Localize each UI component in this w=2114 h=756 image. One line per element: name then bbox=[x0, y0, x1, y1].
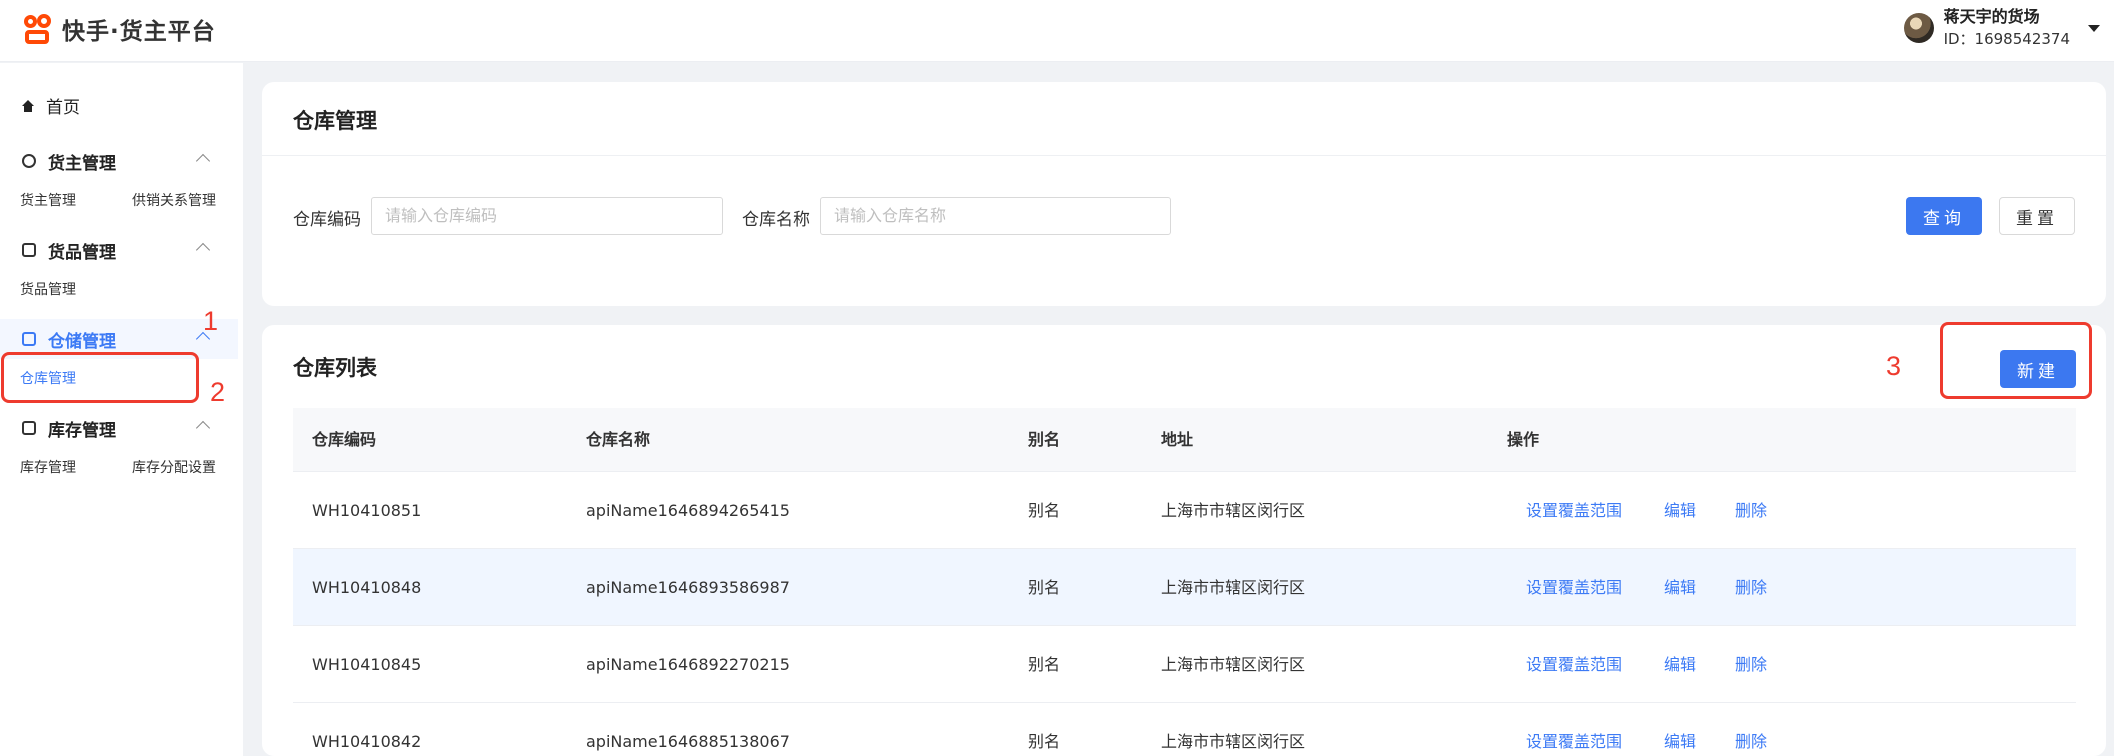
sidebar-item-label: 首页 bbox=[46, 98, 80, 118]
warehouse-icon bbox=[22, 332, 36, 346]
column-header-alias: 别名 bbox=[1028, 430, 1061, 449]
delete-link[interactable]: 删除 bbox=[1735, 472, 1767, 549]
caret-down-icon[interactable] bbox=[2088, 24, 2100, 32]
cell-address: 上海市市辖区闵行区 bbox=[1161, 578, 1306, 597]
cell-code: WH10410848 bbox=[312, 578, 422, 597]
chevron-up-icon[interactable] bbox=[195, 242, 211, 258]
column-header-address: 地址 bbox=[1161, 430, 1194, 449]
cell-code: WH10410842 bbox=[312, 732, 422, 751]
reset-button[interactable]: 重置 bbox=[1999, 197, 2075, 235]
table-header: 仓库编码 仓库名称 别名 地址 操作 bbox=[293, 408, 2076, 472]
user-id: ID：1698542374 bbox=[1943, 30, 2070, 48]
warehouse-name-label: 仓库名称 bbox=[742, 210, 810, 230]
cell-alias: 别名 bbox=[1028, 578, 1061, 597]
sidebar-item-goods-manage[interactable]: 货品管理 bbox=[20, 279, 76, 299]
sidebar-item-home[interactable]: 首页 bbox=[22, 93, 80, 118]
avatar[interactable] bbox=[1903, 13, 1934, 43]
cell-address: 上海市市辖区闵行区 bbox=[1161, 501, 1306, 520]
warehouse-code-input[interactable]: 请输入仓库编码 bbox=[371, 197, 723, 235]
bag-icon bbox=[22, 243, 36, 257]
delete-link[interactable]: 删除 bbox=[1735, 549, 1767, 626]
table-row: WH10410842 apiName1646885138067 别名 上海市市辖… bbox=[293, 703, 2076, 756]
sidebar-item-inventory-manage[interactable]: 库存管理 bbox=[20, 457, 76, 477]
brand[interactable]: 快手·货主平台 bbox=[22, 12, 216, 46]
sidebar-group-owner[interactable]: 货主管理 bbox=[0, 141, 238, 181]
set-coverage-link[interactable]: 设置覆盖范围 bbox=[1526, 703, 1622, 756]
home-icon bbox=[22, 99, 34, 112]
table-row: WH10410845 apiName1646892270215 别名 上海市市辖… bbox=[293, 626, 2076, 703]
sidebar: 首页 货主管理 货主管理 供销关系管理 货品管理 货品管理 仓储管理 仓库管理 … bbox=[0, 63, 243, 756]
cell-address: 上海市市辖区闵行区 bbox=[1161, 732, 1306, 751]
user-menu[interactable]: 蒋天宇的货场 ID：1698542374 bbox=[1903, 6, 2100, 50]
sidebar-item-owner-manage[interactable]: 货主管理 bbox=[20, 190, 76, 210]
annotation-box-3 bbox=[1940, 322, 2092, 399]
kuaishou-logo-icon bbox=[22, 13, 54, 45]
user-name: 蒋天宇的货场 bbox=[1943, 7, 2040, 26]
chevron-up-icon[interactable] bbox=[195, 153, 211, 169]
edit-link[interactable]: 编辑 bbox=[1664, 549, 1696, 626]
set-coverage-link[interactable]: 设置覆盖范围 bbox=[1526, 472, 1622, 549]
cell-name: apiName1646885138067 bbox=[586, 732, 790, 751]
sidebar-group-label: 库存管理 bbox=[48, 420, 116, 441]
cell-alias: 别名 bbox=[1028, 501, 1061, 520]
query-button[interactable]: 查询 bbox=[1906, 197, 1982, 235]
column-header-name: 仓库名称 bbox=[586, 430, 651, 449]
edit-link[interactable]: 编辑 bbox=[1664, 472, 1696, 549]
sidebar-group-label: 仓储管理 bbox=[48, 331, 116, 352]
cell-code: WH10410851 bbox=[312, 501, 422, 520]
column-header-code: 仓库编码 bbox=[312, 430, 377, 449]
sidebar-group-goods[interactable]: 货品管理 bbox=[0, 230, 238, 270]
sidebar-item-inventory-allocation[interactable]: 库存分配设置 bbox=[132, 457, 216, 477]
annotation-number-1: 1 bbox=[203, 306, 219, 336]
annotation-box-2 bbox=[1, 352, 199, 403]
column-header-actions: 操作 bbox=[1507, 430, 1540, 449]
cell-alias: 别名 bbox=[1028, 732, 1061, 751]
warehouse-name-input[interactable]: 请输入仓库名称 bbox=[820, 197, 1171, 235]
cell-name: apiName1646894265415 bbox=[586, 501, 790, 520]
warehouse-code-label: 仓库编码 bbox=[293, 210, 361, 230]
cell-alias: 别名 bbox=[1028, 655, 1061, 674]
list-title: 仓库列表 bbox=[293, 356, 377, 380]
delete-link[interactable]: 删除 bbox=[1735, 703, 1767, 756]
search-card bbox=[262, 82, 2106, 306]
cell-code: WH10410845 bbox=[312, 655, 422, 674]
edit-link[interactable]: 编辑 bbox=[1664, 703, 1696, 756]
annotation-number-3: 3 bbox=[1886, 351, 1902, 381]
sidebar-group-label: 货主管理 bbox=[48, 153, 116, 174]
top-header: 快手·货主平台 蒋天宇的货场 ID：1698542374 bbox=[0, 0, 2114, 62]
user-group-icon bbox=[22, 154, 36, 168]
set-coverage-link[interactable]: 设置覆盖范围 bbox=[1526, 626, 1622, 703]
set-coverage-link[interactable]: 设置覆盖范围 bbox=[1526, 549, 1622, 626]
sidebar-group-label: 货品管理 bbox=[48, 242, 116, 263]
edit-link[interactable]: 编辑 bbox=[1664, 626, 1696, 703]
divider bbox=[262, 155, 2106, 156]
cell-name: apiName1646893586987 bbox=[586, 578, 790, 597]
sidebar-group-inventory[interactable]: 库存管理 bbox=[0, 408, 238, 448]
chevron-up-icon[interactable] bbox=[195, 420, 211, 436]
sidebar-item-supply-relation[interactable]: 供销关系管理 bbox=[132, 190, 216, 210]
brand-title: 快手·货主平台 bbox=[62, 19, 216, 45]
table-row: WH10410848 apiName1646893586987 别名 上海市市辖… bbox=[293, 549, 2076, 626]
cell-name: apiName1646892270215 bbox=[586, 655, 790, 674]
page-title: 仓库管理 bbox=[293, 109, 377, 133]
cell-address: 上海市市辖区闵行区 bbox=[1161, 655, 1306, 674]
table-row: WH10410851 apiName1646894265415 别名 上海市市辖… bbox=[293, 472, 2076, 549]
annotation-number-2: 2 bbox=[210, 377, 226, 407]
delete-link[interactable]: 删除 bbox=[1735, 626, 1767, 703]
chart-icon bbox=[22, 421, 36, 435]
